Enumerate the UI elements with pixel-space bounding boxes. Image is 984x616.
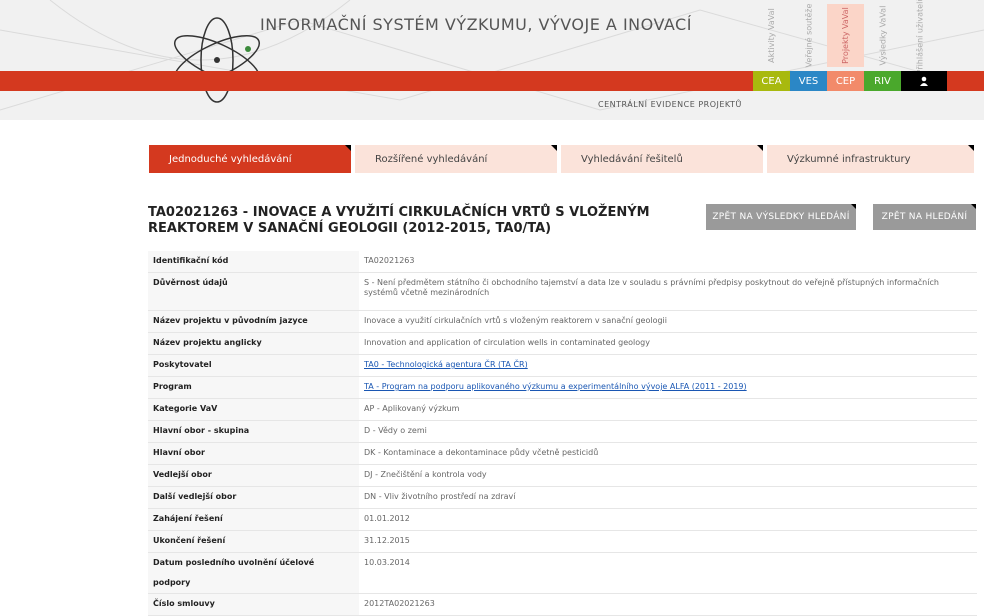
project-title: TA02021263 - INOVACE A VYUŽITÍ CIRKULAČN…	[148, 205, 650, 236]
detail-value: D - Vědy o zemi	[364, 426, 427, 435]
system-nav: CEA VES CEP RIV	[753, 71, 947, 91]
detail-row: Hlavní obor - skupina D - Vědy o zemi	[148, 420, 977, 443]
search-tab-1[interactable]: Rozšířené vyhledávání	[355, 145, 557, 173]
detail-label: Poskytovatel	[148, 354, 359, 377]
detail-row: Název projektu anglicky Innovation and ap…	[148, 332, 977, 355]
detail-value: TA02021263	[364, 256, 415, 265]
corner-mark	[757, 145, 763, 151]
back-to-search-label: ZPĚT NA HLEDÁNÍ	[881, 212, 968, 222]
detail-value: DJ - Znečištění a kontrola vody	[364, 470, 487, 479]
detail-row: Kategorie VaV AP - Aplikovaný výzkum	[148, 398, 977, 421]
search-tab-0[interactable]: Jednoduché vyhledávání	[149, 145, 351, 173]
detail-label: Název projektu anglicky	[148, 332, 359, 355]
detail-row: Důvěrnost údajů S - Není předmětem státní…	[148, 272, 977, 311]
detail-label: Další vedlejší obor	[148, 486, 359, 509]
back-to-search-button[interactable]: ZPĚT NA HLEDÁNÍ	[873, 204, 976, 230]
corner-mark	[971, 204, 976, 209]
system-tab-cep[interactable]: CEP	[827, 71, 864, 91]
top-tab-2[interactable]: Projekty VaVaI	[827, 4, 864, 67]
search-tab-label: Výzkumné infrastruktury	[787, 153, 911, 165]
top-tab-3[interactable]: Výsledky VaVaI	[864, 4, 901, 67]
search-tabs: Jednoduché vyhledávání Rozšířené vyhledáv…	[149, 145, 974, 173]
site-title: INFORMAČNÍ SYSTÉM VÝZKUMU, VÝVOJE A INOV…	[260, 15, 692, 34]
system-tab-ves[interactable]: VES	[790, 71, 827, 91]
search-tab-2[interactable]: Vyhledávání řešitelů	[561, 145, 763, 173]
detail-label: Hlavní obor	[148, 442, 359, 465]
detail-row: Poskytovatel TA0 - Technologická agentura…	[148, 354, 977, 377]
corner-mark	[851, 204, 856, 209]
detail-row: Hlavní obor DK - Kontaminace a dekontamin…	[148, 442, 977, 465]
top-tab-4[interactable]: Přihlášení uživatelů	[901, 0, 938, 74]
top-tab-label: Veřejné soutěže	[804, 3, 814, 68]
system-tab-riv[interactable]: RIV	[864, 71, 901, 91]
page-subtitle: CENTRÁLNÍ EVIDENCE PROJEKTŮ	[598, 100, 742, 109]
detail-link[interactable]: TA - Program na podporu aplikovaného výz…	[364, 382, 747, 391]
user-icon	[920, 76, 928, 86]
project-details-table: Identifikační kód TA02021263 Důvěrnost úda…	[148, 251, 977, 616]
top-nav: Aktivity VaVaI Veřejné soutěže Projekty Va…	[753, 0, 938, 74]
detail-row: Další vedlejší obor DN - Vliv životního p…	[148, 486, 977, 509]
detail-value: 2012TA02021263	[364, 599, 435, 608]
detail-link[interactable]: TA0 - Technologická agentura ČR (TA ČR)	[364, 360, 528, 369]
detail-value: DN - Vliv životního prostředí na zdraví	[364, 492, 516, 501]
detail-value: 31.12.2015	[364, 536, 410, 545]
detail-row: Identifikační kód TA02021263	[148, 251, 977, 273]
detail-value: TA - Program na podporu aplikovaného výz…	[359, 377, 977, 399]
detail-value: Innovation and application of circulatio…	[364, 338, 650, 347]
detail-row: Vedlejší obor DJ - Znečištění a kontrola …	[148, 464, 977, 487]
detail-value: TA0 - Technologická agentura ČR (TA ČR)	[359, 355, 977, 377]
top-tab-label: Aktivity VaVaI	[767, 8, 777, 63]
detail-label: Důvěrnost údajů	[148, 272, 359, 311]
detail-label: Číslo smlouvy	[148, 593, 359, 616]
detail-label: Vedlejší obor	[148, 464, 359, 487]
search-tab-label: Rozšířené vyhledávání	[375, 153, 488, 165]
detail-row: Program TA - Program na podporu aplikovan…	[148, 376, 977, 399]
detail-label: Kategorie VaV	[148, 398, 359, 421]
detail-label: Hlavní obor - skupina	[148, 420, 359, 443]
detail-row: Ukončení řešení 31.12.2015	[148, 530, 977, 553]
top-tab-label: Výsledky VaVaI	[878, 5, 887, 66]
detail-row: Název projektu v původním jazyce Inovace …	[148, 310, 977, 333]
site-header: INFORMAČNÍ SYSTÉM VÝZKUMU, VÝVOJE A INOV…	[0, 0, 984, 120]
corner-mark	[345, 145, 351, 151]
detail-row: Datum posledního uvolnění účelové podpor…	[148, 552, 977, 594]
detail-label: Název projektu v původním jazyce	[148, 310, 359, 333]
detail-value: 01.01.2012	[364, 514, 410, 523]
top-tab-1[interactable]: Veřejné soutěže	[790, 3, 827, 68]
detail-row: Zahájení řešení 01.01.2012	[148, 508, 977, 531]
top-tab-label: Přihlášení uživatelů	[915, 0, 925, 75]
search-tab-3[interactable]: Výzkumné infrastruktury	[767, 145, 974, 173]
detail-label: Identifikační kód	[148, 251, 359, 273]
detail-label: Zahájení řešení	[148, 508, 359, 531]
search-tab-label: Vyhledávání řešitelů	[581, 153, 683, 165]
detail-value: 10.03.2014	[364, 558, 410, 567]
detail-label: Ukončení řešení	[148, 530, 359, 553]
detail-value: DK - Kontaminace a dekontaminace půdy vč…	[364, 448, 599, 457]
atom-logo[interactable]	[163, 14, 271, 106]
back-to-results-label: ZPĚT NA VÝSLEDKY HLEDÁNÍ	[712, 212, 850, 222]
detail-label: Datum posledního uvolnění účelové podpor…	[148, 552, 359, 594]
top-tab-0[interactable]: Aktivity VaVaI	[753, 4, 790, 67]
detail-value: Inovace a využití cirkulačních vrtů s vl…	[364, 316, 667, 325]
search-tab-label: Jednoduché vyhledávání	[169, 153, 292, 165]
user-button[interactable]	[901, 71, 947, 91]
detail-label: Program	[148, 376, 359, 399]
system-tab-cea[interactable]: CEA	[753, 71, 790, 91]
corner-mark	[968, 145, 974, 151]
detail-row: Číslo smlouvy 2012TA02021263	[148, 593, 977, 616]
corner-mark	[551, 145, 557, 151]
top-tab-label: Projekty VaVaI	[841, 7, 850, 64]
detail-value: S - Není předmětem státního či obchodníh…	[364, 278, 939, 297]
back-to-results-button[interactable]: ZPĚT NA VÝSLEDKY HLEDÁNÍ	[706, 204, 856, 230]
detail-value: AP - Aplikovaný výzkum	[364, 404, 460, 413]
